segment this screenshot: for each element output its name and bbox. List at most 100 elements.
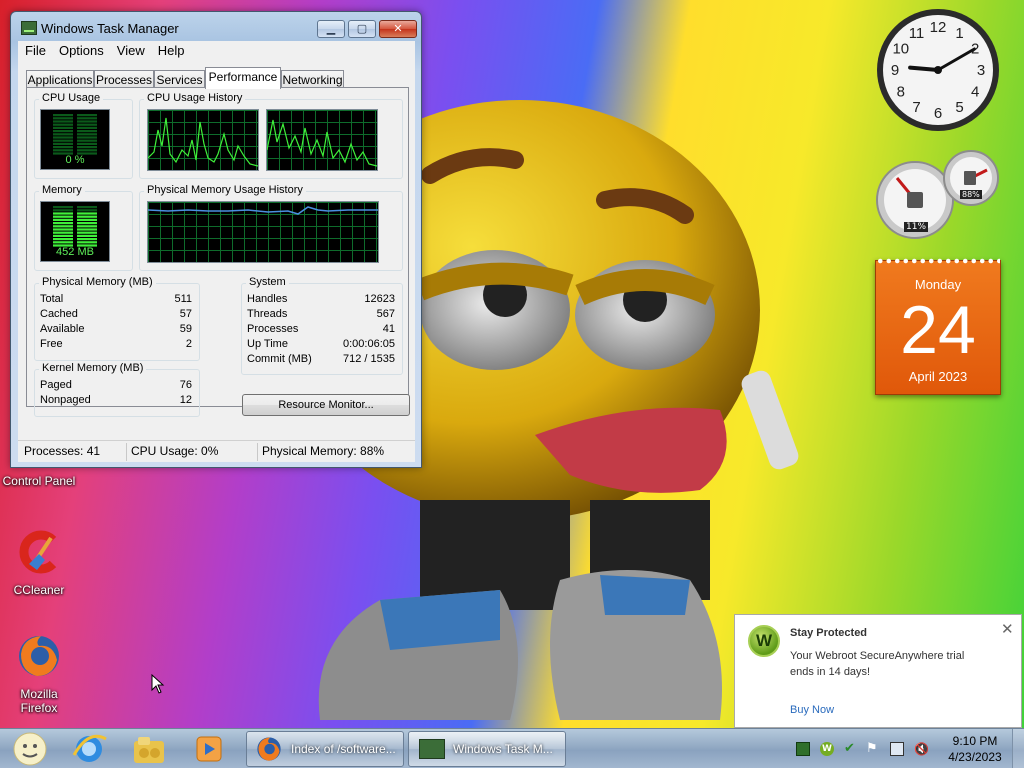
meter-bar-segment (53, 231, 73, 234)
stat-value: 59 (179, 323, 192, 335)
clock-number: 7 (912, 99, 920, 116)
menu-options[interactable]: Options (52, 41, 110, 58)
meter-bar-segment (53, 142, 73, 145)
notification-close-icon[interactable]: ✕ (1001, 620, 1014, 638)
meter-bar-segment (53, 117, 73, 120)
stat-label: Paged (40, 379, 72, 391)
desktop-icon-firefox[interactable]: Mozilla Firefox (0, 632, 78, 715)
tab-applications[interactable]: Applications (26, 70, 94, 88)
media-player-icon[interactable] (182, 731, 236, 767)
maximize-button[interactable]: ▢ (348, 20, 376, 38)
meter-bar-segment (53, 126, 73, 129)
stat-value: 712 / 1535 (343, 353, 395, 365)
menu-file[interactable]: File (18, 41, 52, 58)
status-processes: Processes: 41 (24, 444, 101, 458)
stat-label: Free (40, 338, 63, 350)
stat-label: Processes (247, 323, 299, 335)
calendar-gadget[interactable]: Monday 24 April 2023 (875, 256, 1001, 395)
windows-explorer-icon[interactable] (122, 731, 176, 767)
desktop-icon-control-panel[interactable]: Control Panel (0, 474, 78, 488)
meter-bar-segment (53, 123, 73, 126)
meter-bar-segment (77, 114, 97, 117)
maximize-icon: ▢ (356, 22, 368, 35)
minimize-button[interactable]: ▁ (317, 20, 345, 38)
stat-cached: Cached 57 (40, 308, 192, 322)
clock-number: 10 (892, 41, 909, 58)
stat-total: Total 511 (40, 293, 192, 307)
performance-tray-icon[interactable] (796, 742, 810, 756)
stat-value: 41 (382, 323, 395, 335)
meter-bar-segment (53, 146, 73, 149)
webroot-logo-icon: W (748, 625, 780, 657)
meter-bar-segment (53, 222, 73, 225)
tab-services[interactable]: Services (154, 70, 205, 88)
resource-monitor-button[interactable]: Resource Monitor... (242, 394, 410, 416)
physical-memory-title: Physical Memory (MB) (39, 276, 156, 288)
tab-performance[interactable]: Performance (205, 67, 281, 89)
menu-help[interactable]: Help (151, 41, 191, 58)
meter-bar-segment (53, 215, 73, 218)
cpu-history-group: CPU Usage History (139, 92, 403, 179)
meter-bar-segment (77, 225, 97, 228)
control-panel-label: Control Panel (2, 474, 76, 488)
stat-processes: Processes 41 (247, 323, 395, 337)
close-icon: ✕ (393, 22, 403, 35)
meter-bar-segment (77, 231, 97, 234)
ccleaner-label: CCleaner (13, 583, 65, 597)
taskbar-date[interactable]: 4/23/2023 (944, 750, 1006, 764)
webroot-tray-icon[interactable]: W (820, 742, 834, 756)
task-manager-window[interactable]: Windows Task Manager ▁ ▢ ✕ File Options Vi… (10, 11, 422, 468)
stat-label: Threads (247, 308, 288, 320)
network-icon[interactable] (890, 742, 904, 756)
action-center-flag-icon[interactable]: ⚑ (866, 742, 880, 756)
cpu-history-line-2 (267, 119, 377, 167)
meter-bar-segment (53, 238, 73, 241)
memory-chip-icon (964, 171, 976, 185)
cpu-usage-group: CPU Usage 0 % (34, 92, 133, 179)
user-avatar-icon[interactable] (4, 731, 58, 767)
memory-history-title: Physical Memory Usage History (144, 184, 306, 196)
taskbar-task-task-manager[interactable]: Windows Task M... (408, 731, 566, 767)
task-manager-icon (419, 739, 445, 759)
memory-title: Memory (39, 184, 85, 196)
stat-label: Available (40, 323, 85, 335)
tab-processes[interactable]: Processes (94, 70, 154, 88)
meter-bar-segment (53, 234, 73, 237)
title-bar[interactable]: Windows Task Manager ▁ ▢ ✕ (11, 12, 421, 42)
cpu-history-graph-core-1 (147, 109, 259, 171)
cpu-history-graph-core-2 (266, 109, 378, 171)
internet-explorer-icon[interactable] (62, 731, 116, 767)
clock-number: 11 (909, 25, 925, 42)
stat-label: Commit (MB) (247, 353, 312, 365)
security-shield-icon[interactable]: ✔ (844, 742, 858, 756)
stat-label: Total (40, 293, 64, 305)
meter-bar-segment (77, 133, 97, 136)
show-desktop-button[interactable] (1012, 729, 1024, 768)
meter-bar-segment (53, 228, 73, 231)
clock-number: 4 (971, 84, 979, 101)
performance-panel: CPU Usage 0 % CPU Usage History Memory 4… (26, 87, 410, 417)
desktop: Control Panel CCleaner Mozilla Firefox Wi… (0, 0, 1024, 728)
cpu-meter-gadget[interactable]: 11% 88% (875, 148, 1000, 240)
taskbar-time[interactable]: 9:10 PM (948, 734, 1002, 748)
volume-muted-icon[interactable]: 🔇 (914, 742, 929, 756)
buy-now-link[interactable]: Buy Now (790, 704, 834, 716)
cpu-history-line-1 (148, 117, 258, 167)
tab-networking[interactable]: Networking (281, 70, 344, 88)
menu-view[interactable]: View (110, 41, 151, 58)
clock-number: 12 (930, 19, 947, 36)
calendar-rings (876, 256, 1000, 266)
meter-bar-segment (53, 114, 73, 117)
taskbar-task-firefox[interactable]: Index of /software... (246, 731, 404, 767)
meter-bar-segment (77, 142, 97, 145)
close-button[interactable]: ✕ (379, 20, 417, 38)
meter-bar-segment (77, 139, 97, 142)
stat-value: 2 (185, 338, 192, 350)
meter-bar-segment (53, 120, 73, 123)
clock-number: 8 (897, 84, 905, 101)
clock-gadget[interactable]: 123456789101112 (875, 7, 1001, 133)
memory-group: Memory 452 MB (34, 184, 133, 271)
meter-bar-segment (77, 209, 97, 212)
desktop-icon-ccleaner[interactable]: CCleaner (0, 528, 78, 597)
meter-bar-segment (77, 206, 97, 209)
